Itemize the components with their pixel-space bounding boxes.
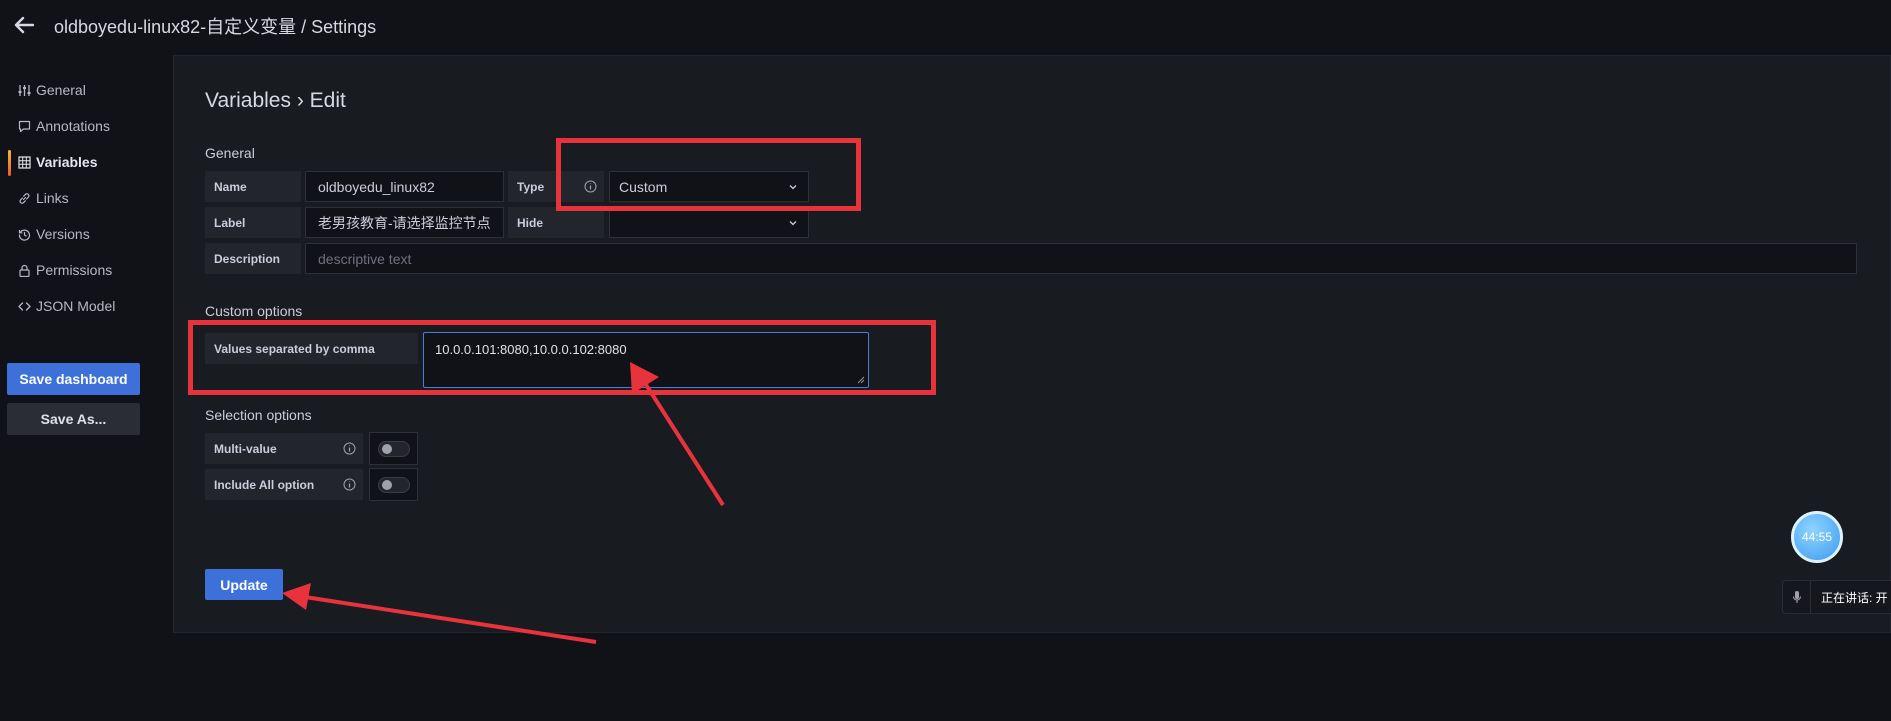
update-button[interactable]: Update bbox=[205, 569, 283, 600]
link-icon bbox=[17, 191, 31, 205]
info-icon[interactable] bbox=[584, 180, 597, 193]
chevron-down-icon bbox=[789, 221, 797, 226]
hide-label: Hide bbox=[508, 207, 604, 238]
sidebar-item-variables[interactable]: Variables bbox=[0, 148, 160, 176]
toggle-switch bbox=[377, 476, 410, 493]
values-textarea[interactable]: 10.0.0.101:8080,10.0.0.102:8080 bbox=[423, 332, 869, 388]
label-input[interactable] bbox=[305, 207, 504, 238]
type-label: Type bbox=[508, 171, 604, 202]
speaking-text: 正在讲话: 开 bbox=[1821, 590, 1888, 605]
sidebar-item-permissions[interactable]: Permissions bbox=[0, 256, 160, 284]
multi-value-label: Multi-value bbox=[205, 433, 363, 464]
sidebar-item-links[interactable]: Links bbox=[0, 184, 160, 212]
label-label: Label bbox=[205, 207, 301, 238]
resize-grip-icon[interactable] bbox=[855, 374, 865, 384]
timer-text: 44:55 bbox=[1801, 530, 1833, 544]
type-select[interactable]: Custom bbox=[609, 171, 809, 202]
multi-value-toggle[interactable] bbox=[369, 432, 418, 465]
microphone-icon bbox=[1783, 581, 1811, 613]
save-dashboard-button[interactable]: Save dashboard bbox=[7, 363, 140, 395]
sidebar-item-general[interactable]: General bbox=[0, 76, 160, 104]
type-label-text: Type bbox=[517, 179, 545, 194]
description-input[interactable] bbox=[305, 243, 1857, 274]
page-title: oldboyedu-linux82-自定义变量 / Settings bbox=[54, 17, 377, 37]
selection-options-section-title: Selection options bbox=[205, 407, 312, 423]
chevron-down-icon bbox=[789, 185, 797, 190]
include-all-toggle[interactable] bbox=[369, 468, 418, 501]
speaking-indicator[interactable]: 正在讲话: 开 bbox=[1782, 580, 1891, 614]
sidebar-item-versions[interactable]: Versions bbox=[0, 220, 160, 248]
lock-icon bbox=[17, 263, 31, 277]
sidebar-item-annotations[interactable]: Annotations bbox=[0, 112, 160, 140]
comment-icon bbox=[17, 119, 31, 133]
description-label: Description bbox=[205, 243, 301, 274]
sidebar-item-label: Annotations bbox=[36, 118, 110, 134]
sidebar-item-label: Links bbox=[36, 190, 69, 206]
values-label: Values separated by comma bbox=[205, 333, 418, 364]
name-input[interactable] bbox=[305, 171, 504, 202]
history-icon bbox=[17, 227, 31, 241]
sidebar-item-label: Variables bbox=[36, 154, 98, 170]
back-button[interactable] bbox=[10, 12, 38, 38]
sidebar-item-label: JSON Model bbox=[36, 298, 116, 314]
sidebar-item-json-model[interactable]: JSON Model bbox=[0, 292, 160, 320]
info-icon[interactable] bbox=[343, 478, 356, 491]
sidebar-item-label: Versions bbox=[36, 226, 90, 242]
type-select-value: Custom bbox=[619, 178, 668, 195]
sliders-icon bbox=[17, 83, 31, 97]
sidebar-item-label: Permissions bbox=[36, 262, 113, 278]
code-icon bbox=[17, 299, 31, 313]
page-heading: Variables › Edit bbox=[205, 89, 346, 112]
arrow-left-icon bbox=[14, 16, 34, 34]
top-bar: oldboyedu-linux82-自定义变量 / Settings bbox=[0, 0, 1891, 49]
toggle-switch bbox=[377, 440, 410, 457]
sidebar-item-label: General bbox=[36, 82, 86, 98]
include-all-label-text: Include All option bbox=[214, 477, 315, 492]
hide-select[interactable] bbox=[609, 207, 809, 238]
name-label: Name bbox=[205, 171, 301, 202]
recording-timer[interactable]: 44:55 bbox=[1791, 511, 1843, 563]
save-as-button[interactable]: Save As... bbox=[7, 403, 140, 435]
multi-value-label-text: Multi-value bbox=[214, 441, 277, 456]
info-icon[interactable] bbox=[343, 442, 356, 455]
custom-options-section-title: Custom options bbox=[205, 303, 303, 319]
general-section-title: General bbox=[205, 145, 255, 161]
table-icon bbox=[17, 155, 31, 169]
include-all-label: Include All option bbox=[205, 469, 363, 500]
